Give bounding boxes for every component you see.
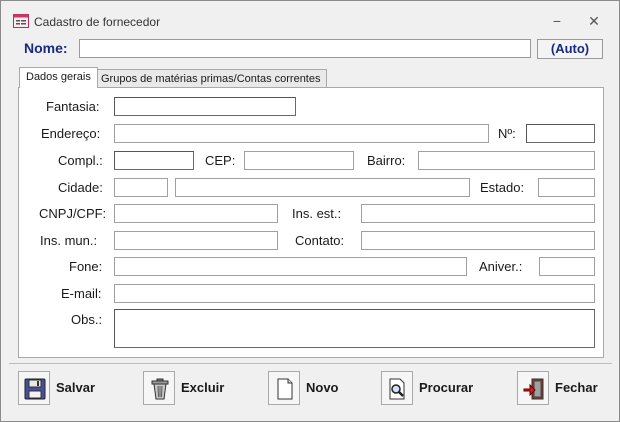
bairro-field[interactable] [418,151,595,170]
ins-mun-field[interactable] [114,231,278,250]
email-field[interactable] [114,284,595,303]
new-button[interactable]: Novo [268,371,348,405]
supplier-window: Cadastro de fornecedor − ✕ Nome: (Auto) … [0,0,620,422]
close-form-label: Fechar [555,380,598,395]
cidade-label: Cidade: [58,180,103,195]
minimize-icon[interactable]: − [547,13,567,29]
cidade-field[interactable] [175,178,470,197]
obs-label: Obs.: [71,312,103,327]
exit-door-icon [517,371,549,405]
close-icon[interactable]: ✕ [584,13,604,29]
new-document-icon [268,371,300,405]
save-button[interactable]: Salvar [18,371,108,405]
cep-label: CEP: [205,153,236,168]
tab-grupos-contas[interactable]: Grupos de matérias primas/Contas corrent… [94,69,328,89]
auto-code-button[interactable]: (Auto) [537,39,603,59]
search-button[interactable]: Procurar [381,371,486,405]
ins-mun-label: Ins. mun.: [40,233,98,248]
endereco-label: Endereço: [41,126,101,141]
search-document-icon [381,371,413,405]
new-label: Novo [306,380,339,395]
fantasia-label: Fantasia: [46,99,100,114]
bairro-label: Bairro: [367,153,406,168]
tab-dados-gerais[interactable]: Dados gerais [19,67,98,88]
ins-est-field[interactable] [361,204,595,223]
cnpj-field[interactable] [114,204,278,223]
name-label: Nome: [24,40,68,56]
form-app-icon [13,14,29,28]
cnpj-label: CNPJ/CPF: [39,206,107,221]
fone-field[interactable] [114,257,467,276]
name-input[interactable] [79,39,531,58]
fantasia-field[interactable] [114,97,296,116]
aniver-field[interactable] [539,257,595,276]
delete-label: Excluir [181,380,225,395]
floppy-disk-icon [18,371,50,405]
contato-field[interactable] [361,231,595,250]
title-bar: Cadastro de fornecedor − ✕ [1,1,619,33]
numero-label: Nº: [498,126,516,141]
compl-field[interactable] [114,151,194,170]
endereco-field[interactable] [114,124,489,143]
save-label: Salvar [56,380,96,395]
delete-button[interactable]: Excluir [143,371,238,405]
trash-can-icon [143,371,175,405]
compl-label: Compl.: [58,153,103,168]
cidade-code-field[interactable] [114,178,168,197]
aniver-label: Aniver.: [479,259,523,274]
obs-textarea[interactable] [114,309,595,348]
numero-field[interactable] [526,124,595,143]
close-form-button[interactable]: Fechar [517,371,607,405]
ins-est-label: Ins. est.: [292,206,342,221]
estado-field[interactable] [538,178,595,197]
contato-label: Contato: [295,233,345,248]
search-label: Procurar [419,380,474,395]
email-label: E-mail: [61,286,102,301]
estado-label: Estado: [480,180,525,195]
cep-field[interactable] [244,151,354,170]
window-title: Cadastro de fornecedor [34,15,161,29]
fone-label: Fone: [69,259,103,274]
